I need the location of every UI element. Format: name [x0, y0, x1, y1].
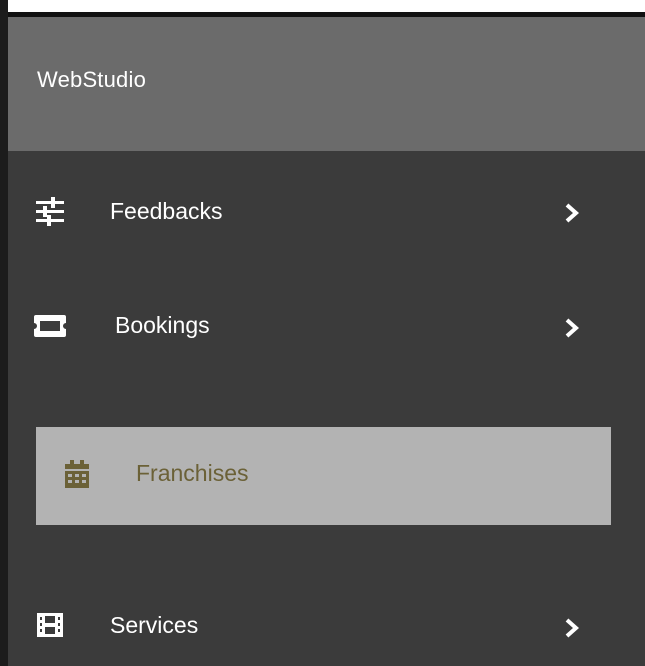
sidebar-item-feedbacks[interactable]: Feedbacks	[8, 183, 645, 243]
calendar-icon	[65, 460, 89, 488]
brand-title[interactable]: WebStudio	[37, 67, 146, 93]
sidebar: WebStudio Feedbacks Bookings Franchises …	[8, 17, 645, 666]
chevron-right-icon	[565, 203, 580, 223]
sidebar-item-bookings[interactable]: Bookings	[8, 297, 645, 357]
chevron-right-icon	[565, 618, 580, 638]
sidebar-item-services[interactable]: Services	[8, 597, 645, 657]
ticket-icon	[32, 315, 68, 337]
film-icon	[37, 613, 63, 637]
sidebar-item-franchises[interactable]: Franchises	[36, 427, 611, 525]
sidebar-item-label: Services	[110, 612, 199, 638]
sidebar-item-label: Franchises	[136, 460, 249, 486]
sliders-icon	[36, 197, 64, 226]
brand-header: WebStudio	[8, 17, 645, 151]
sidebar-item-label: Feedbacks	[110, 198, 223, 224]
chevron-right-icon	[565, 318, 580, 338]
app-frame: WebStudio Feedbacks Bookings Franchises …	[0, 0, 645, 666]
window-edge	[0, 0, 8, 666]
sidebar-item-label: Bookings	[115, 312, 210, 338]
